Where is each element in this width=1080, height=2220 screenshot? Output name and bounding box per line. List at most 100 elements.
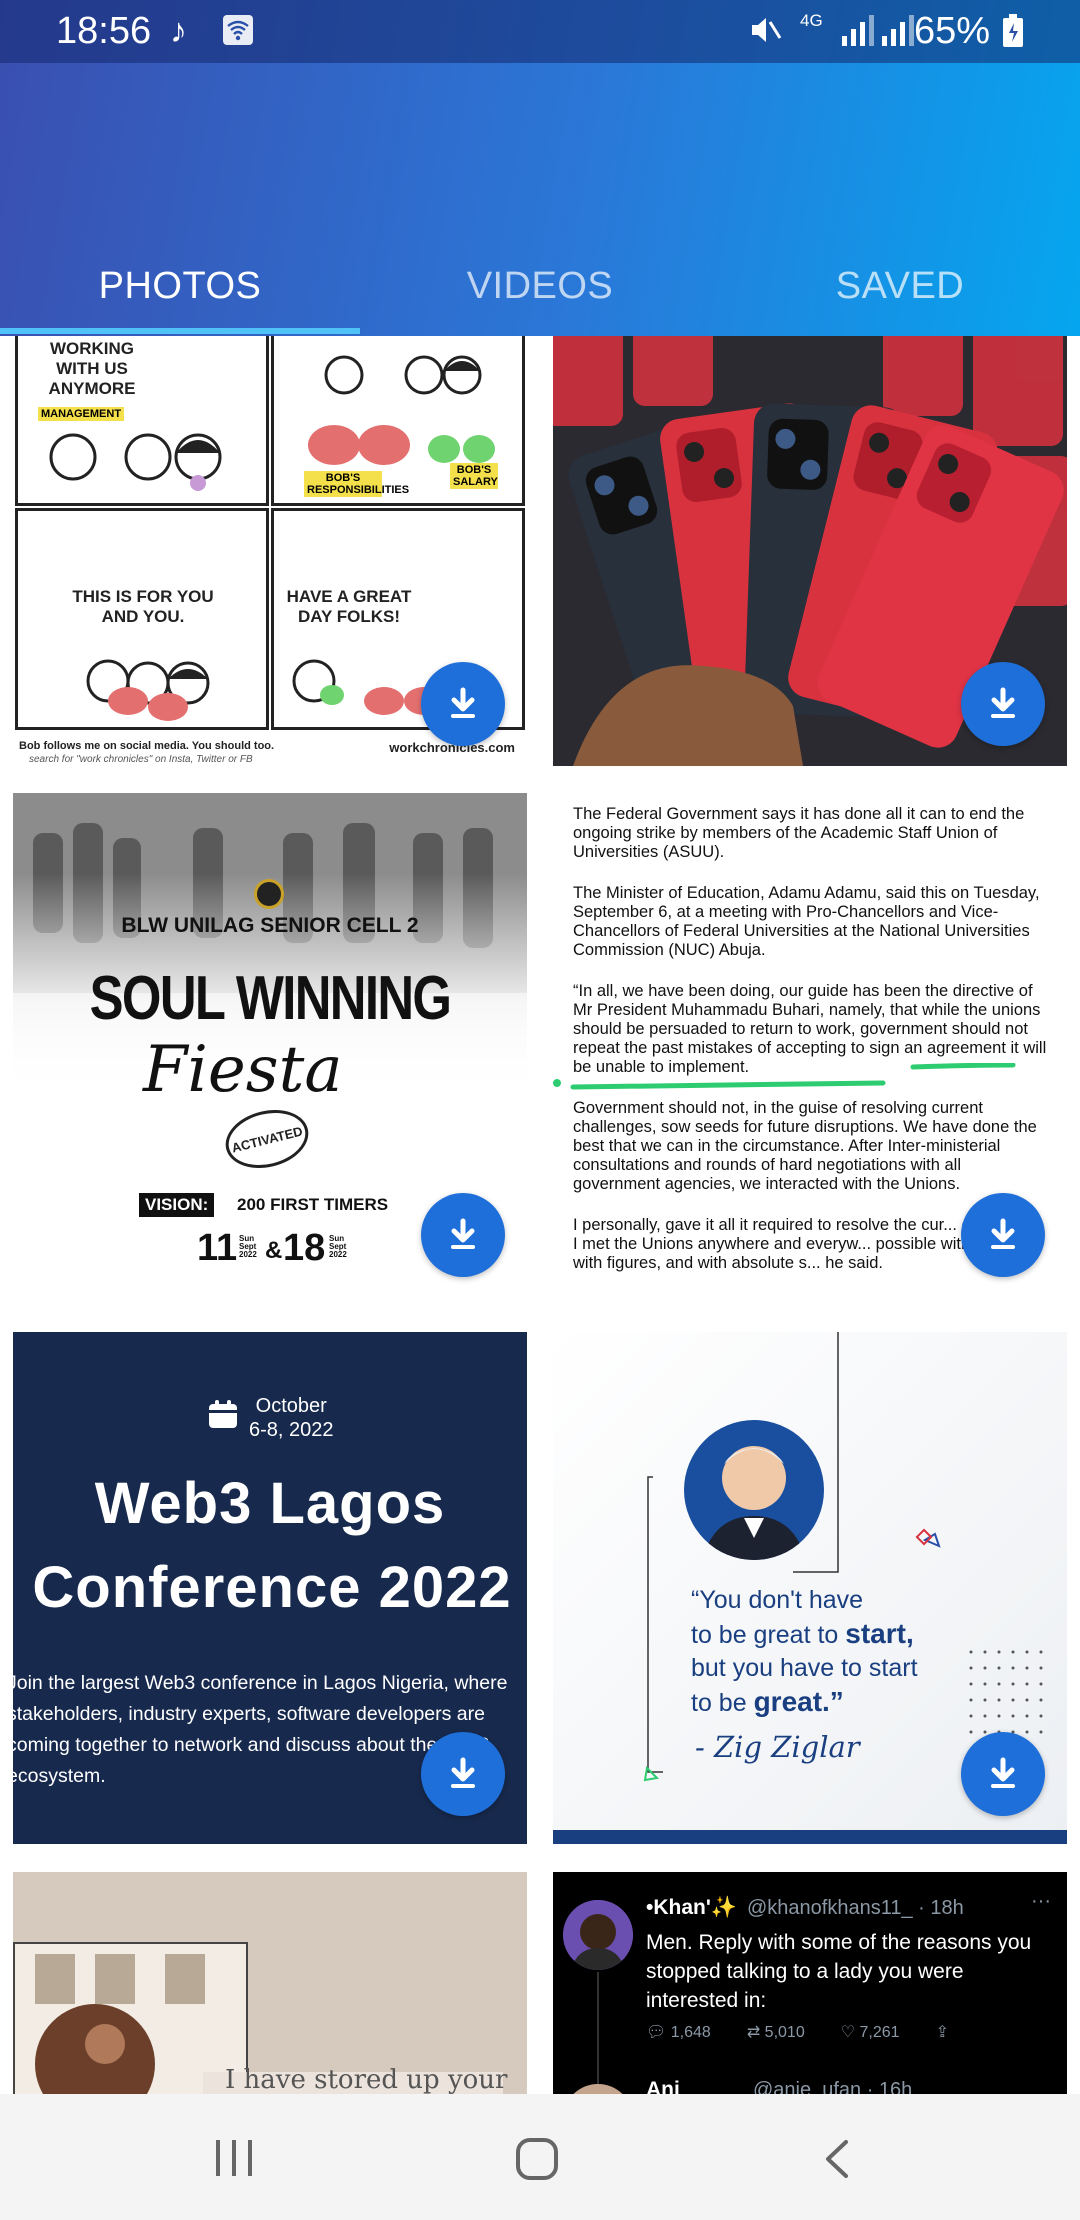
date-one: 11 xyxy=(197,1227,238,1269)
comic-panel: BOB'S RESPONSIBILITIES BOB'S SALARY xyxy=(271,336,525,506)
thread-line xyxy=(597,1972,599,2084)
comic-figures xyxy=(49,433,222,491)
tweet-body: Men. Reply with some of the reasons you … xyxy=(646,1931,1032,2012)
battery-level: 65% xyxy=(913,10,990,52)
avatar xyxy=(684,1420,824,1560)
comic-text: WORKING WITH US ANYMORE xyxy=(48,339,136,398)
media-tile-article[interactable]: The Federal Government says it has done … xyxy=(553,793,1067,1305)
comic-panel: THIS IS FOR YOU AND YOU. xyxy=(15,508,269,730)
tweet-handle: @khanofkhans11_ · 18h xyxy=(747,1897,964,1919)
tab-indicator xyxy=(0,328,360,334)
comic-footer: Bob follows me on social media. You shou… xyxy=(19,740,275,752)
retweet-count: 5,010 xyxy=(764,2024,805,2041)
recent-apps-button[interactable] xyxy=(212,2138,256,2178)
quote-text: “You don't have to be great to start, bu… xyxy=(691,1584,918,1720)
comic-footer-sub: search for "work chronicles" on Insta, T… xyxy=(29,754,253,765)
download-button[interactable] xyxy=(961,662,1045,746)
comic-label: BOB'S SALARY xyxy=(450,463,498,489)
download-icon xyxy=(991,687,1015,718)
quote-line: “You don't have xyxy=(691,1586,864,1614)
tweet-handle: @anie_ufan · 16h xyxy=(753,2079,913,2094)
date-two-label: Sun Sept 2022 xyxy=(329,1234,347,1259)
quote-bottom-bar xyxy=(553,1830,1067,1844)
date-one-label: Sun Sept 2022 xyxy=(239,1234,257,1259)
vision-label: VISION: xyxy=(139,1193,215,1217)
comic-label: BOB'S RESPONSIBILITIES xyxy=(304,471,409,497)
tweet-author: •Khan'✨ xyxy=(646,1896,737,1919)
web3-date: October 6-8, 2022 xyxy=(249,1394,334,1442)
system-navbar xyxy=(0,2094,1080,2220)
quote-author: - Zig Ziglar xyxy=(695,1730,860,1764)
media-tile-book[interactable]: I have stored up your xyxy=(13,1872,527,2094)
quote-line: to be great to xyxy=(691,1621,846,1649)
soul-script: Fiesta xyxy=(143,1033,343,1107)
quote-line: but you have to start xyxy=(691,1654,918,1682)
article-paragraph: The Federal Government says it has done … xyxy=(573,805,1025,861)
download-icon xyxy=(991,1218,1015,1249)
tab-bar: PHOTOS VIDEOS SAVED xyxy=(0,236,1080,336)
music-note-icon: ♪ xyxy=(170,12,187,50)
battery-icon xyxy=(1002,14,1024,56)
media-tile-quote[interactable]: “You don't have to be great to start, bu… xyxy=(553,1332,1067,1844)
signal-icon-2 xyxy=(882,14,914,46)
retweet-icon: ⇄ xyxy=(746,2024,761,2041)
media-tile-comic[interactable]: WORKING WITH US ANYMORE MANAGEMENT BOB'S… xyxy=(13,336,527,766)
back-button[interactable] xyxy=(822,2138,852,2180)
like-action[interactable]: ♡ 7,261 xyxy=(841,2022,900,2042)
media-tile-web3[interactable]: October 6-8, 2022 Web3 Lagos Conference … xyxy=(13,1332,527,1844)
download-icon xyxy=(451,1757,475,1788)
home-button[interactable] xyxy=(514,2136,560,2182)
media-tile-phones[interactable] xyxy=(553,336,1067,766)
home-icon xyxy=(516,2138,558,2180)
article-paragraph: Government should not, in the guise of r… xyxy=(573,1099,1037,1193)
comic-text: THIS IS FOR YOU AND YOU. xyxy=(72,587,214,626)
tweet-author: Ani xyxy=(646,2078,680,2094)
download-button[interactable] xyxy=(421,662,505,746)
calendar-icon xyxy=(209,1400,237,1428)
download-icon xyxy=(451,1218,475,1249)
web3-date-line1: October xyxy=(255,1395,327,1417)
download-button[interactable] xyxy=(961,1732,1045,1816)
download-icon xyxy=(991,1757,1015,1788)
book-text: I have stored up your xyxy=(225,2065,508,2094)
mute-icon xyxy=(748,14,782,54)
wifi-icon xyxy=(222,14,254,54)
media-tile-soul-winning[interactable]: BLW UNILAG SENIOR CELL 2 SOUL WINNING Fi… xyxy=(13,793,527,1305)
tab-photos[interactable]: PHOTOS xyxy=(0,236,360,336)
web3-date-line2: 6-8, 2022 xyxy=(249,1419,334,1441)
reply-icon: 💬︎ xyxy=(646,2024,667,2041)
status-bar: 18:56 ♪ 4G 65% xyxy=(0,0,1080,63)
recent-apps-icon xyxy=(216,2140,252,2176)
like-count: 7,261 xyxy=(859,2024,900,2041)
quote-emphasis: great.” xyxy=(753,1686,844,1717)
web3-title-2: Conference 2022 xyxy=(32,1555,512,1620)
download-button[interactable] xyxy=(421,1732,505,1816)
retweet-action[interactable]: ⇄ 5,010 xyxy=(747,2022,805,2042)
app-header: 18:56 ♪ 4G 65% PHOTOS VIDEOS SAVED xyxy=(0,0,1080,336)
media-grid: WORKING WITH US ANYMORE MANAGEMENT BOB'S… xyxy=(0,336,1080,2094)
date-amp: & xyxy=(265,1237,283,1264)
comic-text: HAVE A GREAT DAY FOLKS! xyxy=(286,587,412,626)
share-icon[interactable]: ⇪ xyxy=(936,2022,949,2042)
more-icon[interactable]: ··· xyxy=(1031,1890,1051,1913)
date-two: 18 xyxy=(283,1227,326,1269)
article-paragraph: The Minister of Education, Adamu Adamu, … xyxy=(573,884,1040,959)
reply-action[interactable]: 💬︎ 1,648 xyxy=(646,2022,711,2042)
download-button[interactable] xyxy=(961,1193,1045,1277)
web3-title-1: Web3 Lagos xyxy=(94,1471,446,1536)
org-logo xyxy=(254,879,284,909)
badge-text: ACTIVATED xyxy=(230,1122,304,1156)
download-button[interactable] xyxy=(421,1193,505,1277)
soul-title: SOUL WINNING xyxy=(89,964,452,1033)
reply-count: 1,648 xyxy=(670,2024,711,2041)
signal-icon xyxy=(842,14,874,46)
tab-videos[interactable]: VIDEOS xyxy=(360,236,720,336)
media-tile-tweet[interactable]: •Khan'✨ @khanofkhans11_ · 18h ··· Men. R… xyxy=(553,1872,1067,2094)
avatar xyxy=(563,1900,633,1970)
network-type: 4G xyxy=(800,11,823,30)
status-time: 18:56 xyxy=(56,10,152,52)
back-icon xyxy=(826,2140,848,2178)
tab-saved[interactable]: SAVED xyxy=(720,236,1080,336)
highlight-underline xyxy=(553,1063,1016,1090)
soul-org: BLW UNILAG SENIOR CELL 2 xyxy=(121,914,419,937)
